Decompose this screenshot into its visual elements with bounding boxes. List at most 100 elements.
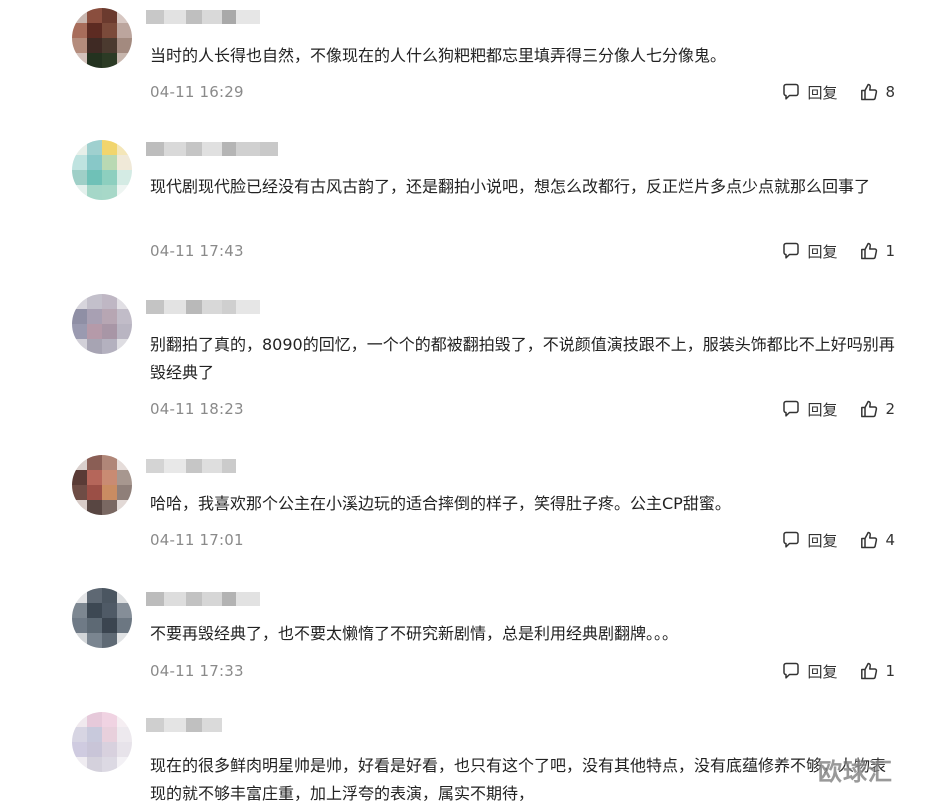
username-mosaic [146,300,260,314]
thumbs-up-icon [861,662,878,680]
avatar-pixel [87,140,102,155]
like-button[interactable]: 1 [859,241,895,261]
username-mosaic [146,142,278,156]
reply-label: 回复 [807,83,838,102]
comment-text: 别翻拍了真的，8090的回忆，一个个的都被翻拍毁了，不说颜值演技跟不上，服装头饰… [150,335,895,382]
avatar-pixel [117,500,132,515]
avatar-pixel [102,155,117,170]
avatar-pixel [87,170,102,185]
reply-button[interactable]: 回复 [781,241,837,262]
avatar-pixel [102,339,117,354]
avatar-pixel [72,712,87,727]
avatar-pixel [72,742,87,757]
avatar-pixel [102,618,117,633]
avatar[interactable] [72,8,132,68]
avatar-pixel [72,170,87,185]
avatar[interactable] [72,140,132,200]
avatar-pixel [102,712,117,727]
avatar-pixel [102,757,117,772]
avatar-pixel [117,155,132,170]
avatar-pixel [87,23,102,38]
username-redacted[interactable] [146,714,222,736]
username-mosaic [146,459,236,473]
avatar-pixel [87,757,102,772]
avatar-pixel [72,294,87,309]
like-count: 2 [885,400,895,418]
avatar-pixel [87,155,102,170]
avatar[interactable] [72,294,132,354]
like-button[interactable]: 2 [859,399,895,419]
avatar-pixel [117,588,132,603]
like-count: 1 [885,662,895,680]
comment-text: 现在的很多鲜肉明星帅是帅，好看是好看，也只有这个了吧，没有其他特点，没有底蕴修养… [150,756,887,803]
avatar-pixel [117,38,132,53]
avatar-pixel [102,588,117,603]
avatar-pixel [72,339,87,354]
avatar-pixel [87,603,102,618]
avatar-pixel [102,294,117,309]
comment-timestamp: 04-11 17:01 [150,531,244,549]
avatar-pixel [87,455,102,470]
avatar[interactable] [72,588,132,648]
avatar-pixel [102,727,117,742]
username-redacted[interactable] [146,138,278,160]
avatar-pixel [102,500,117,515]
like-button[interactable]: 1 [859,661,895,681]
username-redacted[interactable] [146,6,260,28]
avatar-pixel [87,470,102,485]
avatar-pixel [117,455,132,470]
avatar-pixel [72,8,87,23]
avatar-pixel [72,155,87,170]
avatar-pixel [72,727,87,742]
comment-icon [783,83,800,100]
avatar-pixel [117,757,132,772]
avatar-pixel [72,38,87,53]
avatar-pixel [117,170,132,185]
avatar-pixel [72,500,87,515]
avatar[interactable] [72,712,132,772]
avatar[interactable] [72,455,132,515]
comment-icon [783,662,800,679]
thumbs-up-icon [861,83,878,101]
avatar-pixel [87,339,102,354]
like-button[interactable]: 4 [859,530,895,550]
avatar-pixel [87,742,102,757]
reply-button[interactable]: 回复 [781,82,837,103]
username-redacted[interactable] [146,455,236,477]
avatar-pixel [72,588,87,603]
avatar-pixel [102,633,117,648]
username-redacted[interactable] [146,588,260,610]
avatar-pixel [87,185,102,200]
comment-icon [783,242,800,259]
reply-button[interactable]: 回复 [781,661,837,682]
username-mosaic [146,10,260,24]
comment-timestamp: 04-11 16:29 [150,83,244,101]
reply-label: 回复 [807,400,838,419]
avatar-pixel [117,8,132,23]
avatar-pixel [72,618,87,633]
comment-icon [783,531,800,548]
comment-timestamp: 04-11 18:23 [150,400,244,418]
avatar-pixel [72,603,87,618]
avatar-pixel [117,339,132,354]
thumbs-up-icon [861,400,878,418]
thumbs-up-icon [861,242,878,260]
reply-label: 回复 [807,531,838,550]
avatar-pixel [72,485,87,500]
thumbs-up-icon [861,531,878,549]
avatar-pixel [102,38,117,53]
reply-button[interactable]: 回复 [781,530,837,551]
avatar-pixel [117,742,132,757]
username-redacted[interactable] [146,296,260,318]
avatar-pixel [117,294,132,309]
avatar-pixel [87,485,102,500]
avatar-pixel [117,618,132,633]
like-button[interactable]: 8 [859,82,895,102]
avatar-pixel [102,455,117,470]
avatar-pixel [117,470,132,485]
reply-label: 回复 [807,662,838,681]
avatar-pixel [102,485,117,500]
comment-text: 当时的人长得也自然，不像现在的人什么狗粑粑都忘里填弄得三分像人七分像鬼。 [150,46,727,65]
reply-button[interactable]: 回复 [781,399,837,420]
comment-icon [783,400,800,417]
